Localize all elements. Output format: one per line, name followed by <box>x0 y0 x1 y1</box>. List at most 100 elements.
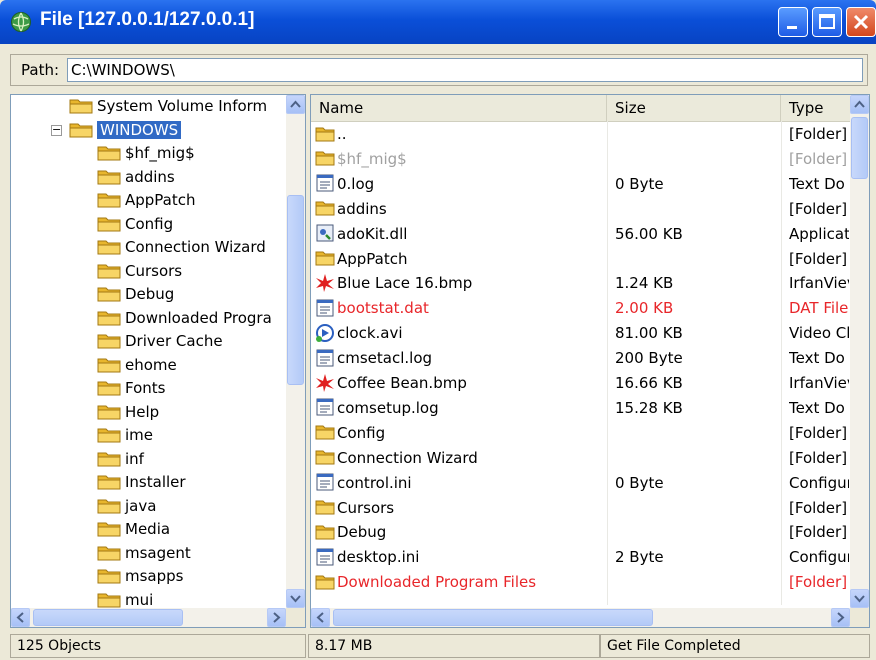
file-name: Downloaded Program Files <box>337 573 537 592</box>
file-type: Text Do <box>789 398 845 417</box>
list-scroll-thumb[interactable] <box>851 117 868 179</box>
tree-item[interactable]: Driver Cache <box>97 330 223 353</box>
file-size <box>615 496 779 521</box>
folder-tree[interactable]: System Volume Inform WINDOWS − $hf_mig$ addi… <box>10 94 306 628</box>
list-vertical-scrollbar[interactable] <box>850 95 869 608</box>
tree-item-label: Cursors <box>125 261 183 280</box>
list-scroll-right-button[interactable] <box>831 608 850 627</box>
file-row[interactable]: comsetup.log 15.28 KB Text Do <box>311 396 850 421</box>
file-row[interactable]: .. [Folder] <box>311 122 850 147</box>
folder-icon <box>97 473 121 490</box>
tree-item[interactable]: Cursors <box>97 260 182 283</box>
tree-item[interactable]: Fonts <box>97 377 165 400</box>
collapse-toggle-icon[interactable]: − <box>51 124 62 136</box>
tree-item[interactable]: Debug <box>97 283 174 306</box>
file-type: IrfanViev <box>789 374 849 392</box>
tree-item[interactable]: WINDOWS <box>69 119 182 142</box>
file-name: Config <box>337 423 386 442</box>
file-name-cell: desktop.ini <box>315 545 605 570</box>
minimize-button[interactable] <box>778 7 808 37</box>
file-type: [Folder] <box>789 149 848 168</box>
file-size: 1.24 KB <box>615 274 674 293</box>
tree-scroll-right-button[interactable] <box>267 608 286 627</box>
file-list[interactable]: Name Size Type .. [Folder] $hf_mig$ [Folder… <box>310 94 870 628</box>
list-hscroll-thumb[interactable] <box>333 609 653 626</box>
tree-item-label: msapps <box>125 567 184 585</box>
file-type: [Folder] <box>789 523 848 542</box>
file-row[interactable]: clock.avi 81.00 KB Video Cl <box>311 321 850 346</box>
tree-item[interactable]: Help <box>97 401 159 424</box>
folder-icon <box>315 498 335 516</box>
folder-icon <box>97 591 121 608</box>
tree-item[interactable]: Config <box>97 213 173 236</box>
file-type: DAT File <box>789 299 849 318</box>
tree-item[interactable]: ime <box>97 424 153 447</box>
tree-scroll-up-button[interactable] <box>286 95 305 114</box>
file-name-cell: 0.log <box>315 172 605 197</box>
file-row[interactable]: 0.log 0 Byte Text Do <box>311 172 850 197</box>
list-scroll-left-button[interactable] <box>311 608 330 627</box>
list-scroll-down-button[interactable] <box>850 589 869 608</box>
tree-item[interactable]: ehome <box>97 354 177 377</box>
tree-item[interactable]: msagent <box>97 542 191 565</box>
file-row[interactable]: Coffee Bean.bmp 16.66 KB IrfanViev <box>311 371 850 396</box>
tree-item[interactable]: inf <box>97 448 144 471</box>
file-row[interactable]: AppPatch [Folder] <box>311 247 850 272</box>
file-name: 0.log <box>337 174 375 193</box>
maximize-button[interactable] <box>812 7 842 37</box>
file-row[interactable]: Connection Wizard [Folder] <box>311 446 850 471</box>
tree-vertical-scrollbar[interactable] <box>286 95 305 608</box>
path-input[interactable]: C:\WINDOWS\ <box>67 58 863 82</box>
list-horizontal-scrollbar[interactable] <box>311 608 850 627</box>
file-size <box>615 520 779 545</box>
chevron-down-icon <box>290 595 301 603</box>
title-bar[interactable]: File [127.0.0.1/127.0.0.1] <box>0 0 876 44</box>
chevron-up-icon <box>290 100 301 108</box>
file-type: [Folder] <box>789 448 848 467</box>
tree-item[interactable]: Connection Wizard <box>97 236 266 259</box>
file-row[interactable]: Downloaded Program Files [Folder] <box>311 570 850 595</box>
file-row[interactable]: adoKit.dll 56.00 KB Applicati <box>311 222 850 247</box>
file-row[interactable]: addins [Folder] <box>311 197 850 222</box>
file-name-cell: addins <box>315 197 605 222</box>
close-button[interactable] <box>846 7 876 37</box>
column-header-name[interactable]: Name <box>311 95 607 121</box>
tree-item[interactable]: msapps <box>97 565 183 588</box>
file-row[interactable]: $hf_mig$ [Folder] <box>311 147 850 172</box>
network-globe-icon <box>11 12 31 32</box>
folder-icon <box>97 497 121 514</box>
folder-icon <box>97 238 121 255</box>
file-row[interactable]: Cursors [Folder] <box>311 496 850 521</box>
file-type: [Folder] <box>789 498 848 517</box>
tree-item[interactable]: AppPatch <box>97 189 196 212</box>
tree-item[interactable]: addins <box>97 166 175 189</box>
tree-scroll-thumb[interactable] <box>287 195 304 385</box>
file-name-cell: Downloaded Program Files <box>315 570 605 595</box>
tree-item[interactable]: Installer <box>97 471 186 494</box>
tree-scroll-left-button[interactable] <box>11 608 30 627</box>
folder-icon <box>315 149 335 167</box>
file-row[interactable]: bootstat.dat 2.00 KB DAT File <box>311 296 850 321</box>
file-row[interactable]: cmsetacl.log 200 Byte Text Do <box>311 346 850 371</box>
file-name-cell: Coffee Bean.bmp <box>315 371 605 396</box>
tree-hscroll-thumb[interactable] <box>33 609 183 626</box>
tree-item[interactable]: Downloaded Progra <box>97 307 272 330</box>
folder-icon <box>97 567 121 584</box>
file-row[interactable]: desktop.ini 2 Byte Configur <box>311 545 850 570</box>
file-row[interactable]: Blue Lace 16.bmp 1.24 KB IrfanViev <box>311 271 850 296</box>
tree-scroll-down-button[interactable] <box>286 589 305 608</box>
tree-item[interactable]: $hf_mig$ <box>97 142 195 165</box>
column-header-size[interactable]: Size <box>607 95 781 121</box>
tree-item-label: System Volume Inform <box>97 97 268 115</box>
tree-item-label: inf <box>125 449 144 468</box>
text-file-icon <box>315 174 335 192</box>
file-row[interactable]: control.ini 0 Byte Configur <box>311 471 850 496</box>
tree-horizontal-scrollbar[interactable] <box>11 608 286 627</box>
tree-item[interactable]: System Volume Inform <box>69 95 267 118</box>
tree-item[interactable]: Media <box>97 518 170 541</box>
list-scroll-up-button[interactable] <box>850 95 869 114</box>
tree-item[interactable]: java <box>97 495 156 518</box>
file-type: Configur <box>789 548 849 567</box>
file-row[interactable]: Debug [Folder] <box>311 520 850 545</box>
file-row[interactable]: Config [Folder] <box>311 421 850 446</box>
